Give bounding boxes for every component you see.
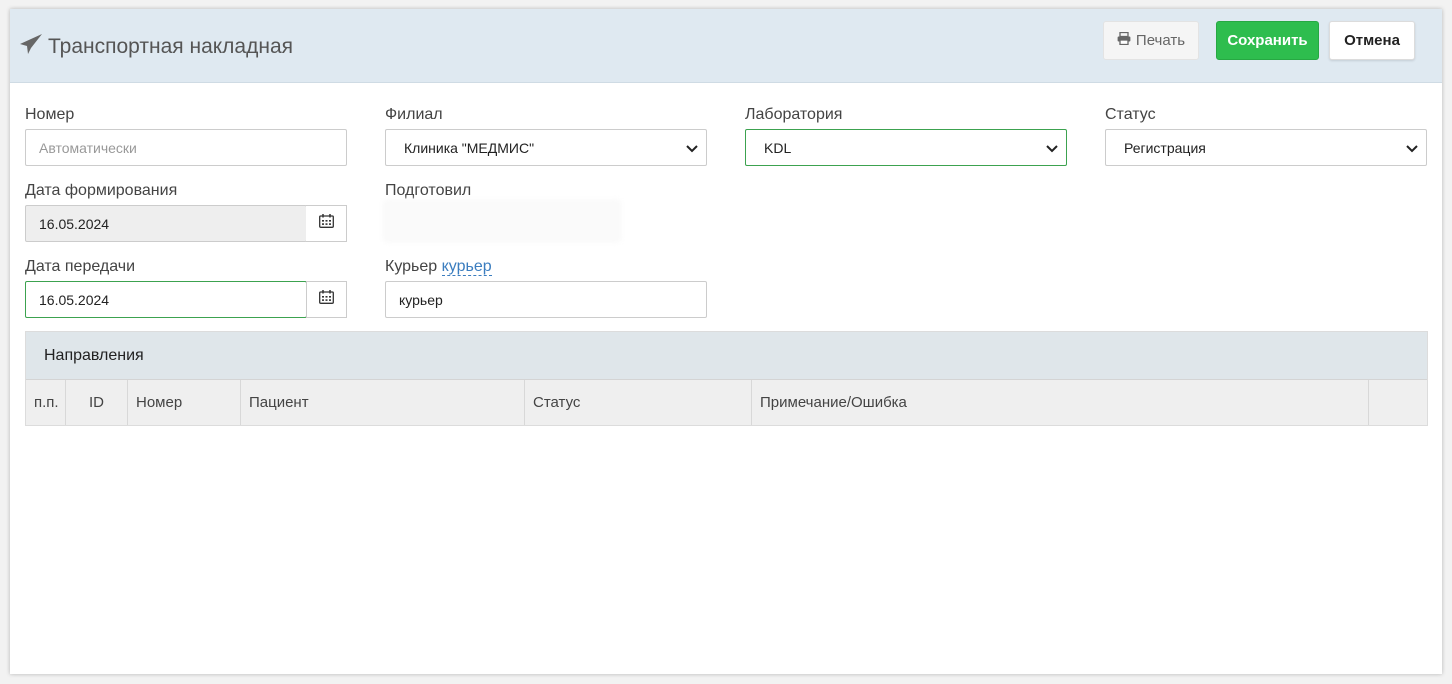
column-header-note-error[interactable]: Примечание/Ошибка — [752, 380, 1369, 425]
date-formed-label: Дата формирования — [25, 182, 178, 199]
courier-label-row: Курьер курьер — [385, 258, 492, 276]
print-button[interactable]: Печать — [1103, 21, 1199, 60]
calendar-icon — [318, 214, 334, 233]
branch-select[interactable]: Клиника "МЕДМИС" — [385, 129, 707, 166]
paper-plane-icon — [19, 33, 48, 61]
branch-select-value: Клиника "МЕДМИС" — [404, 139, 535, 156]
chevron-down-icon — [1406, 140, 1418, 156]
column-header-actions — [1369, 380, 1427, 425]
status-select-value: Регистрация — [1124, 139, 1206, 156]
date-formed-input[interactable]: 16.05.2024 — [25, 205, 307, 242]
branch-label: Филиал — [385, 106, 443, 123]
cancel-button[interactable]: Отмена — [1329, 21, 1415, 60]
printer-icon — [1117, 31, 1136, 49]
courier-input[interactable]: курьер — [385, 281, 707, 318]
date-transfer-input[interactable]: 16.05.2024 — [25, 281, 307, 318]
column-header-number[interactable]: Номер — [128, 380, 241, 425]
number-label: Номер — [25, 106, 75, 123]
prepared-by-value — [382, 199, 622, 243]
column-header-id[interactable]: ID — [66, 380, 128, 425]
column-header-index[interactable]: п.п. — [26, 380, 66, 425]
waybill-window: Транспортная накладная Печать Сохранить … — [10, 9, 1442, 674]
column-header-status[interactable]: Статус — [525, 380, 752, 425]
print-button-label: Печать — [1135, 32, 1186, 49]
laboratory-label: Лаборатория — [745, 106, 843, 123]
chevron-down-icon — [1046, 140, 1058, 156]
page-header: Транспортная накладная Печать Сохранить … — [10, 9, 1442, 83]
page-title: Транспортная накладная — [19, 33, 293, 61]
directions-table-header: п.п. ID Номер Пациент Статус Примечание/… — [26, 380, 1427, 425]
directions-panel: Направления п.п. ID Номер Пациент Статус… — [25, 331, 1428, 426]
courier-link[interactable]: курьер — [441, 258, 492, 276]
chevron-down-icon — [686, 140, 698, 156]
date-transfer-label: Дата передачи — [25, 258, 136, 275]
laboratory-select-value: KDL — [764, 139, 792, 156]
column-header-patient[interactable]: Пациент — [241, 380, 525, 425]
prepared-by-label: Подготовил — [385, 182, 472, 199]
status-select[interactable]: Регистрация — [1105, 129, 1427, 166]
date-transfer-calendar-button[interactable] — [306, 281, 347, 318]
number-input[interactable]: Автоматически — [25, 129, 347, 166]
courier-label: Курьер — [385, 258, 438, 275]
laboratory-select[interactable]: KDL — [745, 129, 1067, 166]
directions-title: Направления — [26, 332, 1427, 380]
save-button[interactable]: Сохранить — [1216, 21, 1319, 60]
status-label: Статус — [1105, 106, 1156, 123]
calendar-icon — [319, 290, 334, 309]
page-title-text: Транспортная накладная — [48, 35, 294, 58]
date-formed-calendar-button[interactable] — [306, 205, 347, 242]
